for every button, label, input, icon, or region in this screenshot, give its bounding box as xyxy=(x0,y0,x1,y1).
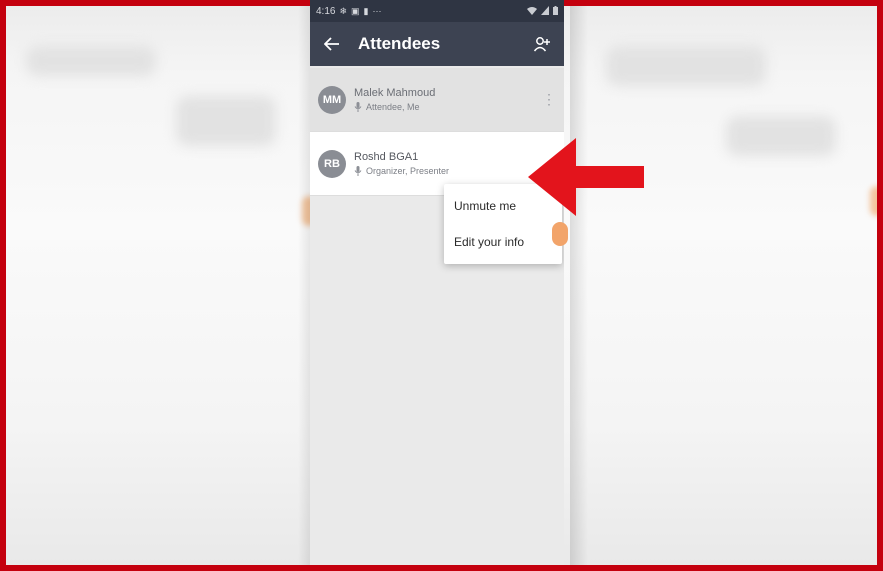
microphone-icon xyxy=(354,102,362,112)
camera-icon: ▮ xyxy=(363,5,369,16)
back-arrow-icon[interactable] xyxy=(320,32,344,56)
more-options-icon[interactable]: ⋮ xyxy=(542,90,556,110)
attendee-role: Organizer, Presenter xyxy=(366,166,450,176)
attendee-name: Roshd BGA1 xyxy=(354,151,419,163)
avatar: RB xyxy=(318,149,346,178)
microphone-icon xyxy=(354,166,362,176)
more-dots-icon: ··· xyxy=(372,6,382,16)
attendee-row-self[interactable]: MM Malek Mahmoud Attendee, Me ⋮ xyxy=(310,68,564,132)
page-title: Attendees xyxy=(358,34,441,53)
attendee-name: Malek Mahmoud xyxy=(354,87,436,99)
attendee-list: MM Malek Mahmoud Attendee, Me ⋮ RB Roshd… xyxy=(310,68,564,264)
snowflake-icon: ❄ xyxy=(339,5,348,16)
status-time: 4:16 xyxy=(316,5,336,17)
floating-bubble[interactable] xyxy=(552,222,568,246)
phone-screen: 4:16 ❄ ▣ ▮ ··· Attendees MM Malek Mahmou… xyxy=(310,0,564,565)
wifi-icon xyxy=(527,6,537,17)
phone-shadow-right xyxy=(570,6,588,565)
red-arrow-annotation xyxy=(528,138,644,216)
menu-item-edit-info[interactable]: Edit your info xyxy=(444,224,562,260)
status-bar: 4:16 ❄ ▣ ▮ ··· xyxy=(310,0,564,22)
add-person-icon[interactable] xyxy=(530,32,554,56)
avatar: MM xyxy=(318,85,346,114)
signal-icon xyxy=(541,5,549,17)
monitor-icon: ▣ xyxy=(351,5,360,16)
app-bar: Attendees xyxy=(310,22,564,66)
battery-icon xyxy=(553,5,558,17)
attendee-role: Attendee, Me xyxy=(366,102,420,112)
